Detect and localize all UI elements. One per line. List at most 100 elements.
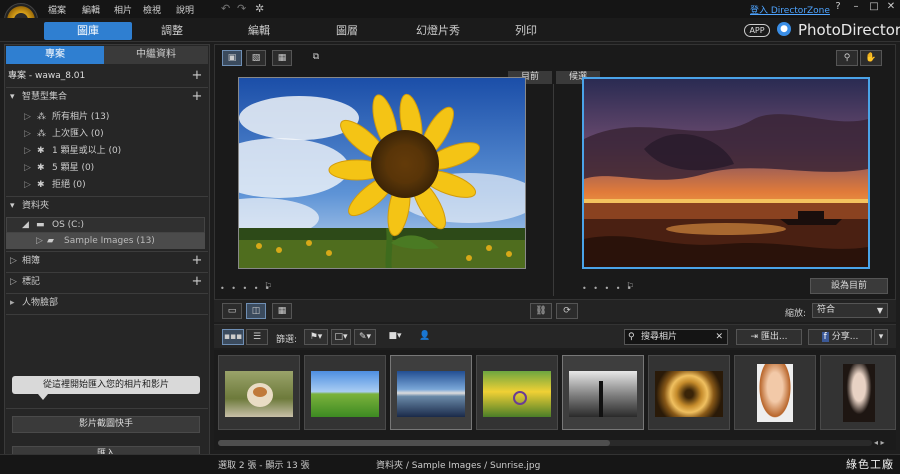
tab-project[interactable]: 專案 <box>6 46 104 64</box>
undo-icon[interactable]: ↶ <box>221 2 230 15</box>
menu-edit[interactable]: 編輯 <box>82 3 100 16</box>
hand-tool-icon[interactable]: ✋ <box>860 50 882 66</box>
app-badge[interactable]: APP <box>744 24 770 37</box>
folders-header[interactable]: 資料夾 <box>22 198 49 214</box>
drive-label: OS (C:) <box>52 220 84 230</box>
collection-rejected[interactable]: 拒絕 (0) <box>52 177 86 193</box>
tab-layers[interactable]: 圖層 <box>320 22 374 40</box>
tab-print[interactable]: 列印 <box>506 22 546 40</box>
thumbnail[interactable] <box>562 355 644 430</box>
candidate-photo[interactable] <box>582 77 870 269</box>
add-album-icon[interactable]: + <box>191 253 203 268</box>
search-input[interactable]: ⚲ 搜尋相片 ✕ <box>624 329 728 345</box>
albums-header[interactable]: 相簿 <box>22 253 40 269</box>
flag-filter-icon[interactable]: ⚑▾ <box>304 329 328 345</box>
grid-view-button[interactable]: ▦ <box>272 50 292 66</box>
list-view-button[interactable]: ☰ <box>246 329 268 345</box>
tab-adjust[interactable]: 調整 <box>140 22 204 40</box>
tab-slideshow[interactable]: 幻燈片秀 <box>405 22 471 40</box>
menu-help[interactable]: 說明 <box>176 3 194 16</box>
collapse-icon[interactable]: ▾ <box>10 89 15 105</box>
set-current-button[interactable]: 設為目前 <box>810 278 888 294</box>
smart-collections-header[interactable]: 智慧型集合 <box>22 89 67 105</box>
collection-five-star[interactable]: 5 顆星 (0) <box>52 160 94 176</box>
star-icon: ✱ <box>37 163 45 173</box>
minimize-button[interactable]: – <box>848 1 864 15</box>
compare-view-button[interactable]: ▧ <box>246 50 266 66</box>
expand-icon[interactable]: ▷ <box>24 177 31 193</box>
single-view-button[interactable]: ▣ <box>222 50 242 66</box>
tab-edit[interactable]: 編輯 <box>232 22 286 40</box>
redo-icon[interactable]: ↷ <box>237 2 246 15</box>
scroll-arrows-icon[interactable]: ◂ ▸ <box>874 438 885 447</box>
login-link[interactable]: 登入 DirectorZone <box>750 3 830 16</box>
tab-library[interactable]: 圖庫 <box>44 22 132 40</box>
add-collection-icon[interactable]: + <box>191 89 203 104</box>
thumbnail[interactable] <box>734 355 816 430</box>
export-button[interactable]: ⇥ 匯出... <box>736 329 802 345</box>
link-icon[interactable]: ⛓ <box>530 303 552 319</box>
thumbnail[interactable] <box>390 355 472 430</box>
swap-icon[interactable]: ⟳ <box>556 303 578 319</box>
expand-icon[interactable]: ▸ <box>10 295 15 311</box>
collapse-icon[interactable]: ◢ <box>22 217 29 233</box>
zoom-tool-icon[interactable]: ⚲ <box>836 50 858 66</box>
sort-icon[interactable]: ■▾ <box>384 329 406 345</box>
zoom-label: 縮放: <box>785 309 807 319</box>
share-dropdown-icon[interactable]: ▾ <box>874 329 888 345</box>
collection-last-import[interactable]: 上次匯入 (0) <box>52 126 104 142</box>
thumbnail[interactable] <box>218 355 300 430</box>
collapse-icon[interactable]: ▾ <box>10 198 15 214</box>
scrollbar-thumb[interactable] <box>218 440 610 446</box>
tab-metadata[interactable]: 中繼資料 <box>104 46 208 64</box>
second-monitor-icon[interactable]: ⧉ <box>306 50 326 66</box>
thumbnail[interactable] <box>820 355 896 430</box>
notification-icon[interactable]: ● <box>777 22 791 36</box>
menu-file[interactable]: 檔案 <box>48 3 66 16</box>
expand-icon[interactable]: ▷ <box>24 160 31 176</box>
single-layout-button[interactable]: ▭ <box>222 303 242 319</box>
expand-icon[interactable]: ▷ <box>10 253 17 269</box>
collection-all-photos[interactable]: 所有相片 (13) <box>52 109 109 125</box>
watermark: 綠色工廠 <box>846 458 894 471</box>
tip-pointer <box>38 394 48 400</box>
thumbnail[interactable] <box>648 355 730 430</box>
expand-icon[interactable]: ▷ <box>36 233 43 249</box>
close-button[interactable]: ✕ <box>883 1 899 15</box>
expand-icon[interactable]: ▷ <box>24 109 31 125</box>
project-name: 專案 - wawa_8.01 <box>8 71 86 81</box>
zoom-select[interactable]: 符合 ▼ <box>812 303 888 318</box>
flag-icon[interactable]: ⚐ <box>626 282 634 292</box>
expand-icon[interactable]: ▷ <box>24 126 31 142</box>
menu-view[interactable]: 檢視 <box>143 3 161 16</box>
zoom-value: 符合 <box>817 305 836 315</box>
video-snapshot-button[interactable]: 影片截圖快手 <box>12 416 200 433</box>
clear-icon[interactable]: ✕ <box>715 330 723 344</box>
grid-layout-button[interactable]: ▦ <box>272 303 292 319</box>
thumbnail[interactable] <box>476 355 558 430</box>
add-tag-icon[interactable]: + <box>191 274 203 289</box>
tags-header[interactable]: 標記 <box>22 274 40 290</box>
help-button[interactable]: ? <box>830 1 846 15</box>
divider <box>6 196 208 197</box>
menu-photo[interactable]: 相片 <box>114 3 132 16</box>
maximize-button[interactable]: □ <box>866 1 882 15</box>
divider <box>6 272 208 273</box>
settings-icon[interactable]: ✲ <box>255 2 264 15</box>
flag-icon[interactable]: ⚐ <box>264 282 272 292</box>
export-icon: ⇥ <box>750 332 759 342</box>
faces-header[interactable]: 人物臉部 <box>22 295 58 311</box>
expand-icon[interactable]: ▷ <box>10 274 17 290</box>
add-project-icon[interactable]: + <box>191 68 203 83</box>
add-person-icon[interactable]: 👤 <box>416 329 434 345</box>
compare-layout-button[interactable]: ◫ <box>246 303 266 319</box>
filmstrip-view-button[interactable]: ▪▪▪ <box>222 329 244 345</box>
label-filter-icon[interactable]: □▾ <box>331 329 351 345</box>
thumbnail[interactable] <box>304 355 386 430</box>
collection-one-star[interactable]: 1 顆星或以上 (0) <box>52 143 121 159</box>
current-photo[interactable] <box>238 77 526 269</box>
edit-filter-icon[interactable]: ✎▾ <box>354 329 376 345</box>
share-button[interactable]: f 分享... <box>808 329 872 345</box>
last-import-icon: ⁂ <box>37 129 46 139</box>
expand-icon[interactable]: ▷ <box>24 143 31 159</box>
